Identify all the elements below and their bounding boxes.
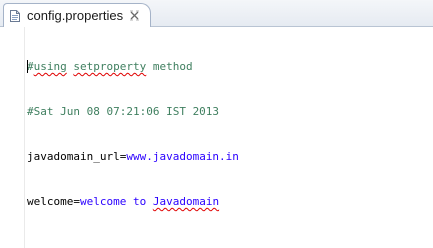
tab-title: config.properties [27, 8, 124, 23]
property-value-misspelled: Javadomain [152, 195, 220, 208]
property-value: welcome to [79, 195, 153, 208]
property-equals: = [73, 195, 80, 208]
editor-line: #using setproperty method [27, 59, 433, 74]
editor-line: #Sat Jun 08 07:21:06 IST 2013 [27, 104, 433, 119]
comment-rest: method [146, 60, 193, 73]
comment-timestamp: #Sat Jun 08 07:21:06 IST 2013 [27, 105, 220, 118]
property-value: www.javadomain.in [126, 150, 239, 163]
text-editor[interactable]: #using setproperty method #Sat Jun 08 07… [0, 27, 433, 248]
editor-line: javadomain_url=www.javadomain.in [27, 149, 433, 164]
editor-text-area[interactable]: #using setproperty method #Sat Jun 08 07… [27, 29, 433, 248]
left-ruler [0, 27, 25, 248]
editor-window: config.properties #using setproperty met… [0, 0, 433, 248]
close-icon[interactable] [129, 10, 140, 21]
comment-word-using: using [33, 60, 67, 73]
text-caret [27, 60, 28, 73]
properties-file-icon [10, 9, 20, 22]
property-key: welcome [27, 195, 74, 208]
tab-bar: config.properties [0, 0, 433, 27]
comment-word-setproperty: setproperty [73, 60, 147, 73]
editor-line: welcome=welcome to Javadomain [27, 194, 433, 209]
tab-config-properties[interactable]: config.properties [3, 3, 151, 27]
property-key: javadomain_url [27, 150, 120, 163]
